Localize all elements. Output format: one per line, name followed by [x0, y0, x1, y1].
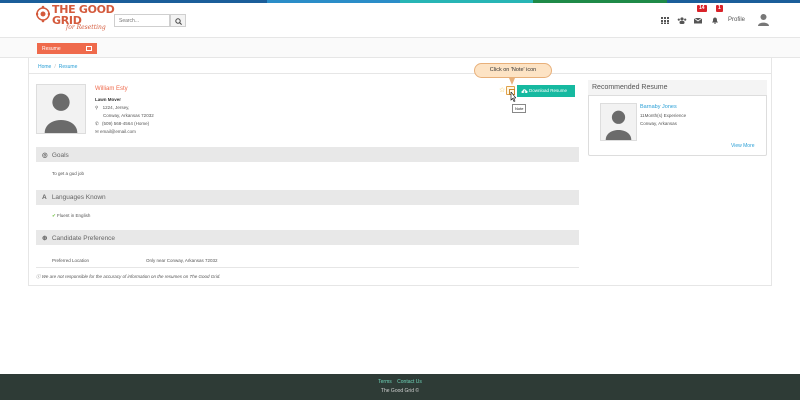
envelope-icon: ✉: [95, 129, 99, 134]
download-resume-button[interactable]: Download Resume: [517, 85, 575, 97]
languages-title: Languages Known: [51, 194, 106, 201]
candidate-name[interactable]: William Esty: [95, 86, 128, 92]
email-address: email@email.com: [100, 129, 136, 134]
breadcrumb-separator: /: [54, 64, 56, 70]
disclaimer-text: We are not responsible for the accuracy …: [41, 274, 221, 279]
address-row: ⚲ 1224, Jersey,: [95, 105, 129, 111]
person-silhouette-icon: [601, 104, 636, 140]
address-line-2: Conway, Arkansas 72032: [103, 113, 154, 118]
info-icon: ⓘ: [36, 274, 41, 279]
recommended-resume-title: Recommended Resume: [588, 80, 767, 96]
preference-header: ⊕ Candidate Preference: [36, 230, 579, 245]
download-resume-label: Download Resume: [529, 88, 568, 93]
cloud-download-icon: [521, 89, 528, 94]
goals-header: ◎ Goals: [36, 147, 579, 162]
star-icon[interactable]: ☆: [499, 86, 505, 94]
breadcrumb-current[interactable]: Resume: [59, 64, 78, 70]
footer: [0, 374, 800, 400]
email-row: ✉ email@email.com: [95, 129, 136, 135]
logo-tagline: for Resetting: [66, 24, 106, 31]
user-avatar-icon[interactable]: [757, 13, 770, 26]
mail-icon[interactable]: [694, 17, 702, 24]
preference-row: Preferred Location Only near Conway, Ark…: [52, 258, 217, 263]
language-item: ✔ Fluent in English: [52, 213, 90, 219]
font-icon: A: [42, 194, 47, 201]
preference-title: Candidate Preference: [51, 235, 116, 242]
recommended-photo: [600, 103, 637, 141]
search-icon: [175, 18, 182, 25]
breadcrumb: Home / Resume: [38, 64, 77, 70]
goals-text: To get a gud job: [52, 171, 85, 176]
tab-resume[interactable]: Resume: [37, 43, 97, 54]
apps-grid-icon[interactable]: [661, 17, 669, 24]
search-input[interactable]: [114, 14, 170, 27]
note-tooltip: Note: [512, 104, 527, 113]
bell-icon[interactable]: [711, 17, 719, 24]
callout-tail: [509, 78, 515, 85]
check-icon: ✔: [52, 213, 56, 218]
search-button[interactable]: [170, 14, 186, 27]
sub-navigation-bar: [0, 38, 800, 58]
plus-circle-icon: ⊕: [42, 235, 48, 242]
recommended-experience: 11Month(s) Experience: [640, 113, 687, 118]
view-more-link[interactable]: View More: [731, 143, 755, 149]
mail-badge: 14: [697, 5, 707, 12]
candidate-photo: [36, 84, 86, 134]
candidate-title: Lawn Mover: [95, 97, 122, 102]
preference-value: Only near Conway, Arkansas 72032: [146, 258, 218, 263]
users-icon[interactable]: [677, 17, 687, 24]
contact-link[interactable]: Contact Us: [397, 379, 422, 385]
terms-link[interactable]: Terms: [378, 379, 392, 385]
resume-card-icon: [86, 46, 92, 51]
goals-title: Goals: [51, 152, 69, 159]
logo-wordmark: THE GOOD GRID: [52, 4, 115, 26]
mouse-pointer-icon: [510, 92, 516, 102]
profile-link[interactable]: Profile: [728, 17, 745, 23]
breadcrumb-home[interactable]: Home: [38, 64, 51, 70]
language-item-label: Fluent in English: [57, 213, 91, 218]
languages-header: A Languages Known: [36, 190, 579, 205]
logo-emblem-icon: [36, 5, 50, 23]
phone-row: ✆ (509) 568-4564 (Home): [95, 121, 149, 127]
goals-icon: ◎: [42, 152, 48, 159]
address-line-1: 1224, Jersey,: [102, 105, 130, 110]
footer-copyright: The Good Grid ©: [380, 388, 420, 394]
phone-number: (509) 568-4564 (Home): [102, 121, 150, 126]
recommended-location: Conway, Arkansas: [640, 121, 677, 126]
disclaimer: ⓘ We are not responsible for the accurac…: [36, 274, 221, 280]
footer-links: Terms Contact Us: [0, 379, 800, 385]
map-marker-icon: ⚲: [95, 105, 99, 110]
tab-resume-label: Resume: [42, 46, 61, 52]
person-silhouette-icon: [37, 85, 85, 133]
recommended-name[interactable]: Barnaby Jones: [640, 104, 677, 110]
preference-label: Preferred Location: [52, 258, 90, 263]
phone-icon: ✆: [95, 121, 99, 126]
instruction-callout: Click on 'Note' icon: [474, 63, 552, 78]
bell-badge: 1: [716, 5, 723, 12]
section-divider: [36, 267, 579, 268]
breadcrumb-bar: [28, 58, 772, 74]
site-logo[interactable]: THE GOOD GRID for Resetting: [36, 4, 116, 34]
